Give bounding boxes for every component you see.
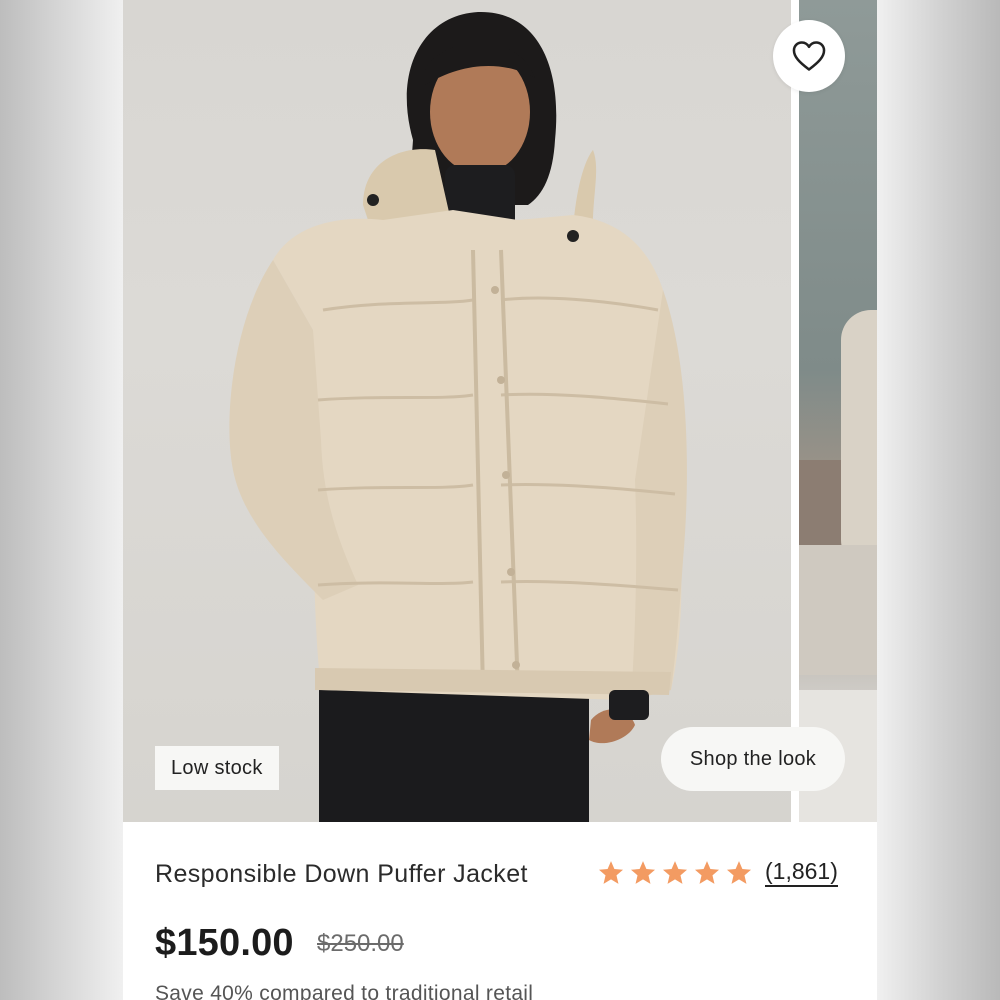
- star-icon: [694, 860, 720, 884]
- cushion-detail: [799, 545, 877, 675]
- low-stock-badge: Low stock: [155, 746, 279, 790]
- star-rating: [597, 859, 753, 887]
- heart-outline-icon: [792, 41, 826, 71]
- product-card: Low stock Shop the look Responsible Down…: [123, 0, 877, 1000]
- next-product-photo-preview[interactable]: [799, 0, 877, 822]
- model-wearing-jacket-image: [229, 11, 687, 822]
- product-rating[interactable]: (1,861): [597, 858, 838, 887]
- product-title[interactable]: Responsible Down Puffer Jacket: [155, 860, 528, 889]
- shop-the-look-button[interactable]: Shop the look: [661, 727, 845, 791]
- product-image-carousel[interactable]: Low stock Shop the look: [123, 0, 877, 822]
- review-count-link[interactable]: (1,861): [765, 858, 838, 887]
- star-icon: [662, 860, 688, 884]
- star-icon: [726, 860, 752, 884]
- original-price: $250.00: [317, 930, 404, 957]
- wishlist-button[interactable]: [773, 20, 845, 92]
- product-info: Responsible Down Puffer Jacket (1,861) $…: [123, 822, 877, 1000]
- sale-price: $150.00: [155, 922, 294, 964]
- star-icon: [630, 860, 656, 884]
- model-figure-detail: [841, 310, 877, 570]
- star-icon: [598, 860, 624, 884]
- savings-text: Save 40% compared to traditional retail: [155, 982, 534, 1000]
- product-photo[interactable]: [123, 0, 791, 822]
